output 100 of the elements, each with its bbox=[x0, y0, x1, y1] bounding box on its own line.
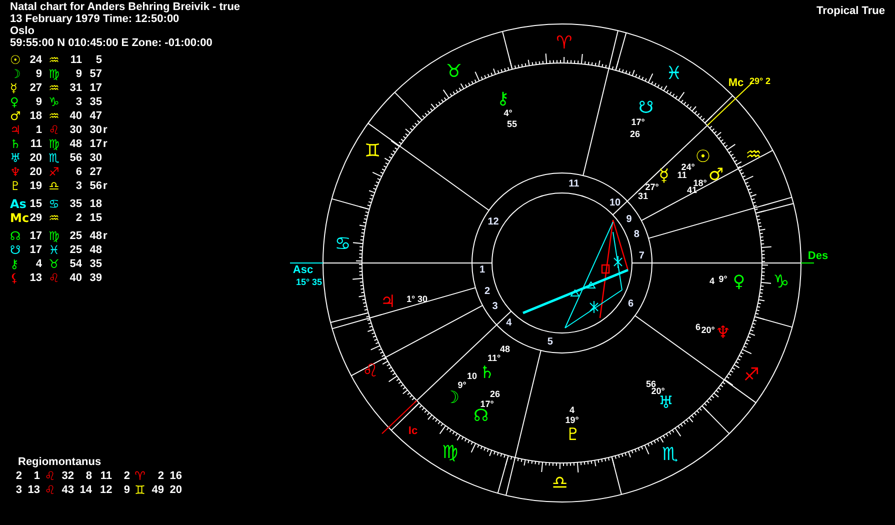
degree-value: 17 bbox=[28, 229, 42, 243]
planet-glyph: ♂ bbox=[708, 165, 724, 185]
house-number: 6 bbox=[628, 298, 634, 310]
angle-line bbox=[382, 400, 418, 434]
house-system-label: Regiomontanus bbox=[17, 455, 102, 469]
planet-glyph: ♅ bbox=[10, 151, 22, 165]
planet-glyph: ♃ bbox=[380, 292, 396, 312]
planet-degree-label: 27° bbox=[645, 182, 659, 192]
house-number: 3 bbox=[492, 301, 498, 312]
zodiac-sign-glyph: ♍ bbox=[442, 442, 458, 463]
birth-date-time: 13 February 1979 Time: 12:50:00 bbox=[10, 13, 180, 25]
angle-degree-label: 29° 2 bbox=[749, 76, 771, 86]
planet-degree-label: 26 bbox=[490, 389, 500, 399]
retrograde-mark: r bbox=[103, 179, 108, 193]
planet-degree-label: 17° bbox=[480, 399, 494, 409]
planet-glyph: ☊ bbox=[473, 406, 489, 426]
house-number: 7 bbox=[638, 250, 644, 262]
minute-value: 54 bbox=[68, 257, 82, 271]
degree-value: 29 bbox=[28, 211, 42, 225]
minute-value: 2 bbox=[74, 211, 82, 225]
planet-degree-label: 48 bbox=[500, 344, 510, 354]
second-value: 48 bbox=[88, 243, 102, 257]
second-value: 17 bbox=[88, 81, 102, 95]
planet-glyph: As bbox=[10, 197, 28, 211]
house-number: 9 bbox=[626, 214, 632, 225]
sign-glyph: ♋ bbox=[48, 197, 60, 211]
planet-glyph: ⚷ bbox=[496, 89, 510, 109]
degree-value: 19 bbox=[28, 179, 42, 193]
sign-glyph: ♈ bbox=[134, 469, 146, 483]
planet-glyph: ☽ bbox=[444, 388, 460, 408]
chart-title: Natal chart for Anders Behring Breivik - true bbox=[10, 1, 240, 13]
retrograde-mark: r bbox=[103, 137, 108, 151]
planet-degree-label: 9° bbox=[458, 380, 466, 390]
planet-glyph: ⚸ bbox=[10, 271, 20, 285]
planet-degree-label: 9° bbox=[718, 274, 728, 284]
planet-glyph: ☊ bbox=[10, 229, 22, 243]
planet-degree-label: 19° bbox=[565, 415, 579, 425]
degree-value: 13 bbox=[26, 483, 40, 497]
sign-glyph: ♌ bbox=[48, 123, 60, 137]
second-value: 5 bbox=[94, 53, 102, 67]
degree-value: 15 bbox=[28, 197, 42, 211]
planet-glyph: ☽ bbox=[10, 67, 22, 81]
minute-value: 3 bbox=[74, 179, 82, 193]
sign-glyph: ♍ bbox=[48, 137, 60, 151]
house-number: 2 bbox=[484, 286, 490, 298]
minute-value: 25 bbox=[68, 243, 82, 257]
minute-value: 40 bbox=[68, 109, 82, 123]
second-value: 35 bbox=[88, 257, 102, 271]
planet-degree-label: 11° bbox=[487, 353, 501, 363]
house-number: 12 bbox=[488, 216, 499, 228]
zodiac-sign-glyph: ♐ bbox=[743, 364, 760, 386]
sign-glyph: ♍ bbox=[48, 67, 60, 81]
planet-glyph: ☋ bbox=[638, 98, 654, 118]
planet-glyph: ♇ bbox=[565, 425, 581, 445]
planet-degree-label: 4° bbox=[504, 108, 512, 118]
sign-glyph: ♌ bbox=[44, 483, 56, 497]
zodiac-sign-glyph: ♑ bbox=[773, 272, 790, 293]
angle-label: Mc bbox=[728, 77, 744, 89]
house-number: 3 bbox=[14, 483, 22, 497]
planet-glyph: ♂ bbox=[10, 109, 22, 123]
zodiac-sign-glyph: ♊ bbox=[364, 140, 381, 162]
planet-glyph: ♅ bbox=[658, 393, 674, 413]
house-number: 2 bbox=[14, 469, 22, 483]
planet-degree-label: 20° bbox=[651, 386, 665, 396]
second-value: 39 bbox=[88, 271, 102, 285]
house-number: 5 bbox=[547, 336, 553, 348]
planet-degree-label: 26 bbox=[630, 129, 640, 139]
minute-value: 3 bbox=[74, 95, 82, 109]
zodiac-sign-glyph: ♒ bbox=[746, 144, 762, 166]
minute-value: 9 bbox=[74, 67, 82, 81]
planet-glyph: ♀ bbox=[10, 95, 20, 109]
planet-glyph: ♀ bbox=[732, 272, 746, 292]
sign-glyph: ♑ bbox=[48, 95, 60, 109]
planet-glyph: Mc bbox=[10, 211, 28, 225]
birth-place: Oslo bbox=[10, 25, 36, 37]
planet-degree-label: 41 bbox=[687, 185, 697, 195]
planet-degree-label: 20° bbox=[701, 325, 715, 335]
minute-value: 40 bbox=[68, 271, 82, 285]
zodiac-type-label: Tropical True bbox=[816, 4, 886, 19]
zodiac-sign-glyph: ♏ bbox=[662, 444, 678, 466]
degree-value: 13 bbox=[28, 271, 42, 285]
degree-value: 9 bbox=[34, 67, 42, 81]
second-value: 57 bbox=[88, 67, 102, 81]
house-number: 11 bbox=[100, 469, 112, 483]
second-value: 14 bbox=[78, 483, 92, 497]
coordinates: 59:55:00 N 010:45:00 E Zone: -01:00:00 bbox=[10, 37, 214, 49]
planet-degree-label: 4 bbox=[710, 276, 714, 286]
planet-degree-label: 31 bbox=[638, 191, 648, 201]
planet-glyph: ☉ bbox=[10, 53, 22, 67]
minute-value: 6 bbox=[74, 165, 82, 179]
minute-value: 32 bbox=[60, 469, 74, 483]
second-value: 47 bbox=[88, 109, 102, 123]
planet-degree-label: 4 bbox=[570, 405, 574, 415]
second-value: 15 bbox=[88, 211, 102, 225]
minute-value: 35 bbox=[68, 197, 82, 211]
planet-glyph: ♄ bbox=[479, 363, 495, 383]
second-value: 35 bbox=[88, 95, 102, 109]
minute-value: 11 bbox=[69, 53, 82, 67]
degree-value: 20 bbox=[28, 151, 42, 165]
minute-value: 48 bbox=[68, 137, 82, 151]
